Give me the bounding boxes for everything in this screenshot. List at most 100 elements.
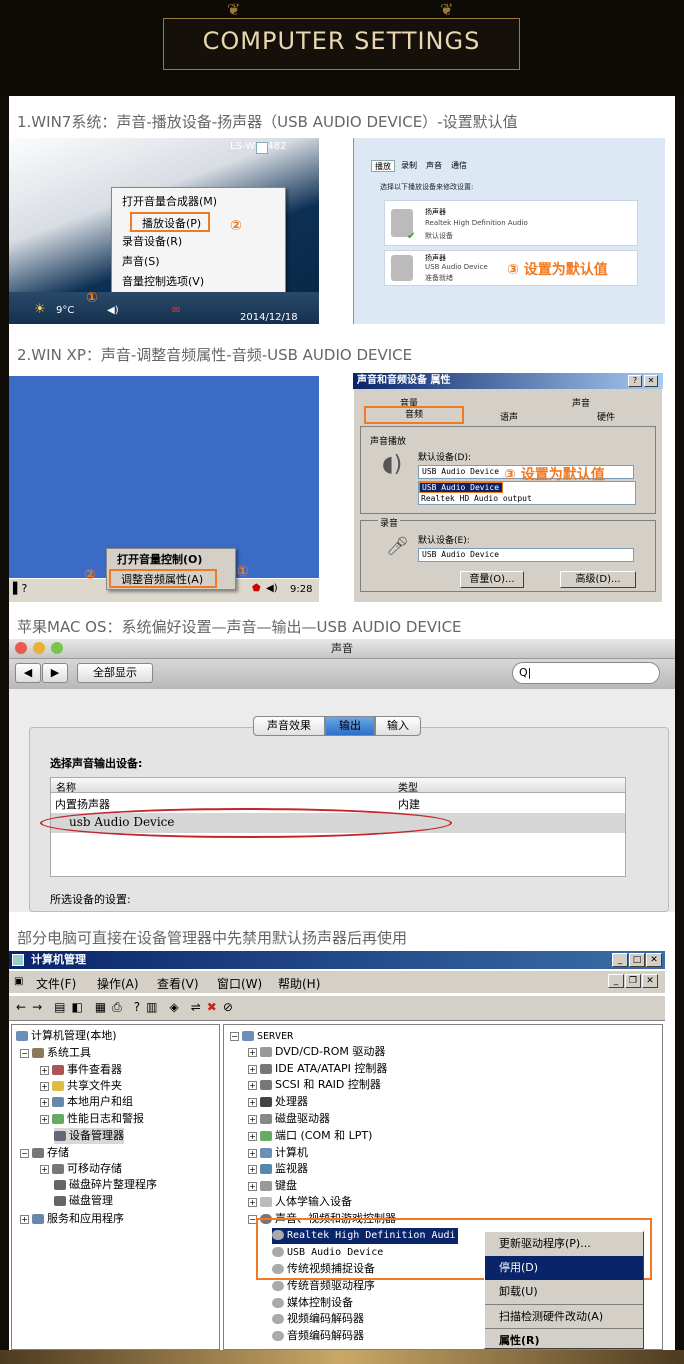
menu-open-mixer[interactable]: 打开音量合成器(M) [112, 192, 285, 212]
properties-icon[interactable]: ▦ [95, 1000, 106, 1015]
menu-window[interactable]: 窗口(W) [217, 975, 262, 992]
print-icon[interactable]: ⎙ [112, 1000, 122, 1015]
menu-uninstall[interactable]: 卸载(U) [485, 1280, 643, 1304]
tree-node[interactable]: + 计算机 [248, 1145, 308, 1161]
menu-open-volume[interactable]: 打开音量控制(O) [107, 550, 235, 569]
advanced-button[interactable]: 高级(D)... [560, 571, 636, 588]
child-close-button[interactable]: ✕ [642, 974, 658, 988]
tab-input[interactable]: 输入 [375, 716, 421, 736]
menu-recording-devices[interactable]: 录音设备(R) [112, 232, 285, 252]
collapse-icon[interactable]: − [20, 1148, 29, 1158]
speaker-tray-icon[interactable]: ◀) [266, 583, 278, 594]
tree-node[interactable]: 磁盘管理 [54, 1193, 113, 1209]
tree-node[interactable]: 媒体控制设备 [272, 1295, 353, 1311]
menu-view[interactable]: 查看(V) [157, 975, 199, 992]
expand-icon[interactable]: + [248, 1131, 257, 1141]
minimize-icon[interactable] [33, 642, 45, 654]
option-usb-audio[interactable]: USB Audio Device [419, 482, 503, 493]
tree-node[interactable]: + IDE ATA/ATAPI 控制器 [248, 1061, 387, 1077]
tree-node[interactable]: + 端口 (COM 和 LPT) [248, 1128, 372, 1144]
menu-scan[interactable]: 扫描检测硬件改动(A) [485, 1304, 643, 1328]
tab-playback[interactable]: 播放 [371, 160, 395, 172]
expand-icon[interactable]: + [40, 1164, 49, 1174]
mail-tray-icon[interactable]: ✉ [172, 305, 180, 316]
expand-icon[interactable]: + [248, 1164, 257, 1174]
zoom-icon[interactable] [51, 642, 63, 654]
expand-icon[interactable]: + [40, 1081, 49, 1091]
menu-sounds[interactable]: 声音(S) [112, 252, 285, 272]
tab-voice[interactable]: 语声 [500, 410, 518, 423]
tree-node[interactable]: + 事件查看器 [40, 1062, 122, 1078]
expand-icon[interactable]: + [248, 1114, 257, 1124]
record-device-select[interactable]: USB Audio Device [418, 548, 634, 562]
speaker-tray-icon[interactable]: ◀) [107, 305, 119, 316]
tree-node[interactable]: + 监视器 [248, 1161, 308, 1177]
volume-button[interactable]: 音量(O)... [460, 571, 524, 588]
expand-icon[interactable]: + [40, 1097, 49, 1107]
tree-node[interactable]: + 性能日志和警报 [40, 1111, 144, 1127]
menu-help[interactable]: 帮助(H) [278, 975, 320, 992]
tab-sounds[interactable]: 声音 [423, 160, 445, 172]
back-button[interactable]: ◀ [15, 663, 41, 683]
tree-node[interactable]: + 处理器 [248, 1094, 308, 1110]
tree-node[interactable]: 传统音频驱动程序 [272, 1278, 375, 1294]
menu-file[interactable]: 文件(F) [36, 975, 76, 992]
tree-node[interactable]: − 系统工具 [20, 1045, 91, 1061]
close-button[interactable]: ✕ [646, 953, 662, 967]
up-folder-icon[interactable]: ▤ [54, 1000, 65, 1015]
expand-icon[interactable]: + [248, 1197, 257, 1207]
tree-node[interactable]: + 本地用户和组 [40, 1094, 133, 1110]
menu-playback-devices[interactable]: 播放设备(P) [130, 212, 210, 232]
forward-arrow-icon[interactable]: → [32, 1000, 42, 1015]
expand-icon[interactable]: + [248, 1097, 257, 1107]
show-tree-icon[interactable]: ◧ [71, 1000, 82, 1015]
tree-node[interactable]: 计算机管理(本地) [16, 1028, 117, 1044]
tree-node[interactable]: + 共享文件夹 [40, 1078, 122, 1094]
expand-icon[interactable]: + [40, 1065, 49, 1075]
help-icon[interactable]: ? [134, 1000, 140, 1015]
child-restore-button[interactable]: ❐ [625, 974, 641, 988]
child-minimize-button[interactable]: _ [608, 974, 624, 988]
expand-icon[interactable]: + [248, 1181, 257, 1191]
tab-communications[interactable]: 通信 [448, 160, 470, 172]
tree-node[interactable]: − SERVER [230, 1028, 293, 1044]
collapse-icon[interactable]: − [20, 1048, 29, 1058]
tree-node[interactable]: 音频编码解码器 [272, 1328, 364, 1344]
expand-icon[interactable]: + [248, 1080, 257, 1090]
menu-volume-options[interactable]: 音量控制选项(V) [112, 272, 285, 292]
device-realtek[interactable]: ✔ 扬声器 Realtek High Definition Audio 默认设备 [384, 200, 638, 246]
tab-sound-effects[interactable]: 声音效果 [253, 716, 325, 736]
close-button[interactable]: ✕ [644, 375, 658, 387]
scan-icon[interactable]: ◈ [169, 1000, 178, 1015]
tab-recording[interactable]: 录制 [398, 160, 420, 172]
expand-icon[interactable]: + [20, 1214, 29, 1224]
search-input[interactable]: Q| [512, 662, 660, 684]
tree-node[interactable]: + SCSI 和 RAID 控制器 [248, 1077, 381, 1093]
tab-audio[interactable]: 音频 [364, 406, 464, 424]
menu-update-driver[interactable]: 更新驱动程序(P)... [485, 1232, 643, 1256]
disable-icon[interactable]: ⊘ [223, 1000, 233, 1015]
tree-node-selected[interactable]: 设备管理器 [54, 1128, 124, 1144]
tree-node[interactable]: + 键盘 [248, 1178, 297, 1194]
tab-output[interactable]: 输出 [325, 716, 375, 736]
menu-disable[interactable]: 停用(D) [485, 1256, 643, 1280]
tab-hardware[interactable]: 硬件 [597, 410, 615, 423]
maximize-button[interactable]: □ [629, 953, 645, 967]
tree-node[interactable]: 磁盘碎片整理程序 [54, 1177, 157, 1193]
menu-adjust-audio[interactable]: 调整音频属性(A) [109, 569, 217, 588]
forward-button[interactable]: ▶ [42, 663, 68, 683]
close-icon[interactable] [15, 642, 27, 654]
show-all-button[interactable]: 全部显示 [77, 663, 153, 683]
option-realtek[interactable]: Realtek HD Audio output [419, 493, 635, 504]
tree-node[interactable]: + 服务和应用程序 [20, 1211, 124, 1227]
col-type[interactable]: 类型 [398, 779, 418, 794]
collapse-icon[interactable]: − [230, 1031, 239, 1041]
expand-icon[interactable]: + [248, 1047, 257, 1057]
row-builtin-name[interactable]: 内置扬声器 [55, 796, 110, 812]
expand-icon[interactable]: + [248, 1064, 257, 1074]
tree-node[interactable]: + 磁盘驱动器 [248, 1111, 330, 1127]
tree-node[interactable]: + DVD/CD-ROM 驱动器 [248, 1044, 385, 1060]
minimize-button[interactable]: _ [612, 953, 628, 967]
tree-node[interactable]: + 人体学输入设备 [248, 1194, 352, 1210]
back-arrow-icon[interactable]: ← [16, 1000, 26, 1015]
